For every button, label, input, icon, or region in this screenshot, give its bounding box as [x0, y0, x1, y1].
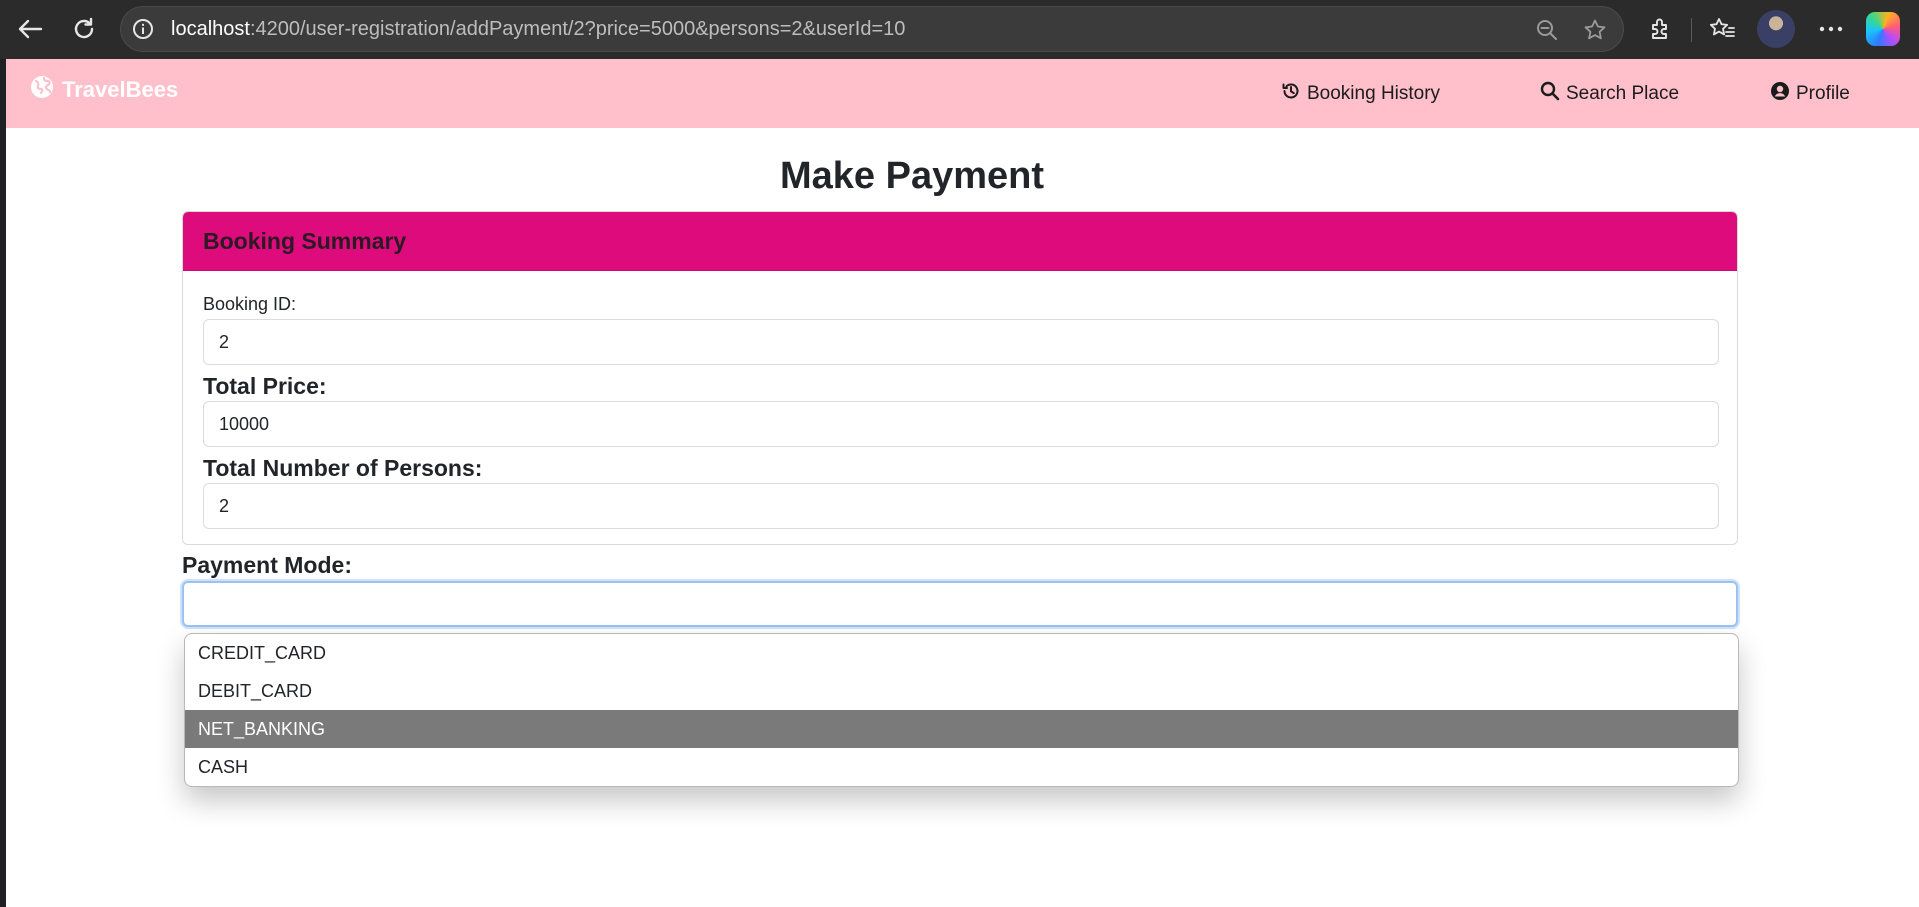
option-cash[interactable]: CASH	[185, 748, 1738, 786]
site-info-icon[interactable]	[131, 17, 155, 41]
globe-icon	[30, 75, 54, 105]
extensions-icon[interactable]	[1643, 11, 1679, 47]
user-circle-icon	[1770, 81, 1790, 107]
refresh-button[interactable]	[66, 11, 102, 47]
favorite-star-icon[interactable]	[1581, 16, 1609, 44]
payment-mode-dropdown: CREDIT_CARD DEBIT_CARD NET_BANKING CASH	[184, 633, 1739, 787]
nav-profile-label: Profile	[1796, 83, 1850, 104]
booking-summary-card: Booking Summary Booking ID: 2 Total Pric…	[182, 211, 1738, 545]
toolbar-divider	[1691, 18, 1692, 42]
option-credit-card[interactable]: CREDIT_CARD	[185, 634, 1738, 672]
persons-label: Total Number of Persons:	[203, 455, 483, 481]
navbar: TravelBees Booking History Search Place …	[6, 59, 1919, 128]
url-text[interactable]: localhost:4200/user-registration/addPaym…	[171, 7, 905, 51]
history-icon	[1281, 81, 1301, 107]
nav-booking-history[interactable]: Booking History	[1281, 80, 1440, 108]
profile-avatar[interactable]	[1757, 10, 1795, 48]
url-host: localhost	[171, 18, 250, 40]
nav-profile[interactable]: Profile	[1770, 80, 1850, 108]
zoom-out-icon[interactable]	[1534, 17, 1560, 43]
option-net-banking[interactable]: NET_BANKING	[185, 710, 1738, 748]
back-button[interactable]	[12, 11, 48, 47]
page-viewport: TravelBees Booking History Search Place …	[6, 59, 1919, 907]
brand-name: TravelBees	[62, 77, 179, 102]
address-bar[interactable]: localhost:4200/user-registration/addPaym…	[120, 6, 1624, 52]
payment-mode-label: Payment Mode:	[182, 552, 352, 578]
url-path: :4200/user-registration/addPayment/2?pri…	[249, 18, 906, 40]
favorites-icon[interactable]	[1704, 11, 1740, 47]
booking-summary-header: Booking Summary	[183, 212, 1737, 271]
booking-id-field[interactable]: 2	[203, 319, 1719, 365]
more-options-icon[interactable]	[1813, 11, 1849, 47]
brand-link[interactable]: TravelBees	[30, 75, 178, 105]
persons-field[interactable]: 2	[203, 483, 1719, 529]
option-debit-card[interactable]: DEBIT_CARD	[185, 672, 1738, 710]
booking-id-label: Booking ID:	[203, 294, 297, 314]
total-price-label: Total Price:	[203, 373, 327, 399]
search-icon	[1540, 81, 1560, 107]
nav-search-place[interactable]: Search Place	[1540, 80, 1679, 108]
nav-search-place-label: Search Place	[1566, 83, 1680, 104]
payment-mode-select[interactable]	[182, 581, 1738, 627]
browser-toolbar: localhost:4200/user-registration/addPaym…	[0, 0, 1919, 59]
copilot-icon[interactable]	[1866, 12, 1900, 46]
page-title: Make Payment	[779, 155, 1044, 197]
total-price-field[interactable]: 10000	[203, 401, 1719, 447]
nav-booking-history-label: Booking History	[1307, 83, 1441, 104]
